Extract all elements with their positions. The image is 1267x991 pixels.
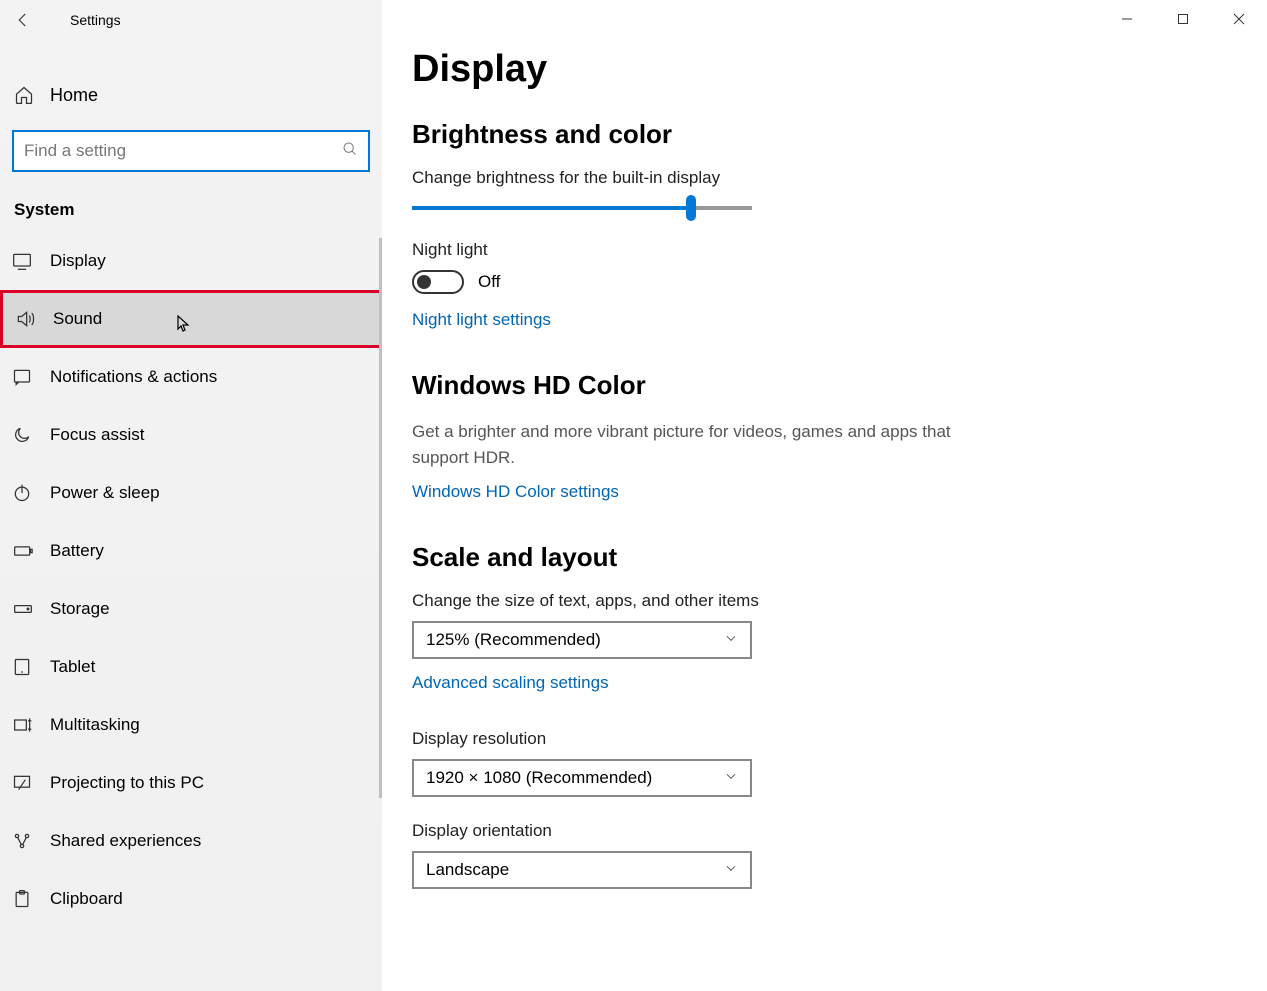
battery-icon — [12, 541, 50, 561]
sidebar-item-label: Focus assist — [50, 425, 144, 445]
home-icon — [14, 85, 50, 105]
brightness-slider-label: Change brightness for the built-in displ… — [412, 168, 1237, 188]
scale-heading: Scale and layout — [412, 542, 1237, 573]
tablet-icon — [12, 657, 50, 677]
advanced-scaling-link[interactable]: Advanced scaling settings — [412, 673, 609, 693]
text-size-label: Change the size of text, apps, and other… — [412, 591, 1237, 611]
brightness-heading: Brightness and color — [412, 119, 1237, 150]
home-label: Home — [50, 85, 98, 106]
display-icon — [12, 251, 50, 271]
app-title: Settings — [70, 12, 121, 28]
sidebar-item-label: Clipboard — [50, 889, 123, 909]
search-icon — [342, 141, 358, 162]
sidebar-item-label: Multitasking — [50, 715, 140, 735]
hdcolor-heading: Windows HD Color — [412, 370, 1237, 401]
night-light-toggle[interactable] — [412, 270, 464, 294]
sidebar-item-label: Battery — [50, 541, 104, 561]
titlebar: Settings — [0, 0, 382, 40]
sidebar-item-label: Shared experiences — [50, 831, 201, 851]
hdcolor-description: Get a brighter and more vibrant picture … — [412, 419, 972, 470]
sidebar-item-multitasking[interactable]: Multitasking — [0, 696, 382, 754]
power-icon — [12, 483, 50, 503]
sidebar-item-label: Notifications & actions — [50, 367, 217, 387]
sidebar-item-storage[interactable]: Storage — [0, 580, 382, 638]
brightness-slider[interactable] — [412, 206, 752, 210]
night-light-settings-link[interactable]: Night light settings — [412, 310, 551, 330]
text-size-dropdown[interactable]: 125% (Recommended) — [412, 621, 752, 659]
cursor-icon — [177, 315, 191, 338]
sidebar-item-label: Tablet — [50, 657, 95, 677]
sidebar: Settings Home System Display — [0, 0, 382, 991]
shared-icon — [12, 831, 50, 851]
sidebar-item-label: Display — [50, 251, 106, 271]
sidebar-item-tablet[interactable]: Tablet — [0, 638, 382, 696]
storage-icon — [12, 599, 50, 619]
chevron-down-icon — [724, 630, 738, 650]
hdcolor-settings-link[interactable]: Windows HD Color settings — [412, 482, 619, 502]
night-light-state: Off — [478, 272, 500, 292]
chevron-down-icon — [724, 768, 738, 788]
minimize-button[interactable] — [1099, 0, 1155, 38]
sidebar-item-display[interactable]: Display — [0, 232, 382, 290]
orientation-value: Landscape — [426, 860, 509, 880]
home-button[interactable]: Home — [0, 66, 382, 124]
slider-thumb[interactable] — [686, 195, 696, 221]
search-input[interactable] — [24, 141, 342, 161]
slider-fill — [412, 206, 691, 210]
orientation-label: Display orientation — [412, 821, 1237, 841]
sidebar-item-sound[interactable]: Sound — [0, 290, 382, 348]
orientation-dropdown[interactable]: Landscape — [412, 851, 752, 889]
main-content: Display Brightness and color Change brig… — [382, 0, 1267, 991]
multitasking-icon — [12, 715, 50, 735]
night-light-label: Night light — [412, 240, 1237, 260]
resolution-value: 1920 × 1080 (Recommended) — [426, 768, 652, 788]
window-controls — [1099, 0, 1267, 38]
resolution-dropdown[interactable]: 1920 × 1080 (Recommended) — [412, 759, 752, 797]
sidebar-item-clipboard[interactable]: Clipboard — [0, 870, 382, 928]
sidebar-item-projecting[interactable]: Projecting to this PC — [0, 754, 382, 812]
sound-icon — [15, 309, 53, 329]
sidebar-item-label: Power & sleep — [50, 483, 160, 503]
sidebar-item-label: Projecting to this PC — [50, 773, 204, 793]
text-size-value: 125% (Recommended) — [426, 630, 601, 650]
clipboard-icon — [12, 889, 50, 909]
sidebar-item-power-sleep[interactable]: Power & sleep — [0, 464, 382, 522]
nav-list: Display Sound Notifications & actions — [0, 232, 382, 928]
sidebar-item-battery[interactable]: Battery — [0, 522, 382, 580]
sidebar-item-shared-experiences[interactable]: Shared experiences — [0, 812, 382, 870]
category-title: System — [14, 200, 382, 220]
sidebar-item-label: Storage — [50, 599, 110, 619]
sidebar-item-label: Sound — [53, 309, 102, 329]
page-title: Display — [412, 48, 1237, 91]
toggle-knob — [417, 275, 431, 289]
sidebar-item-focus-assist[interactable]: Focus assist — [0, 406, 382, 464]
projecting-icon — [12, 773, 50, 793]
chevron-down-icon — [724, 860, 738, 880]
maximize-button[interactable] — [1155, 0, 1211, 38]
search-box[interactable] — [12, 130, 370, 172]
close-button[interactable] — [1211, 0, 1267, 38]
notifications-icon — [12, 367, 50, 387]
moon-icon — [12, 425, 50, 445]
back-button[interactable] — [0, 0, 46, 40]
sidebar-item-notifications[interactable]: Notifications & actions — [0, 348, 382, 406]
resolution-label: Display resolution — [412, 729, 1237, 749]
